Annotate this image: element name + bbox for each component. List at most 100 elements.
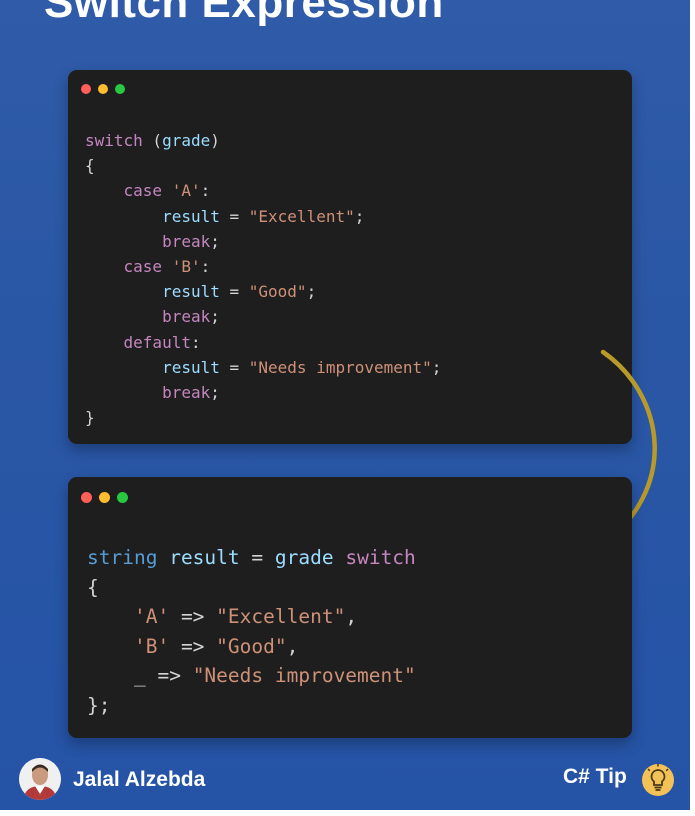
code-token: ; [354, 206, 365, 226]
after-code-window: string result = grade switch{ 'A' => "Ex… [68, 477, 632, 738]
code-line: break; [85, 229, 441, 254]
code-token: => [145, 664, 193, 688]
code-line: case 'B': [85, 254, 441, 279]
code-token: "Excellent" [216, 605, 346, 629]
code-token: 'B' [171, 257, 201, 277]
close-dot-icon [81, 492, 92, 503]
code-token: result [162, 282, 220, 302]
code-line: { [87, 573, 416, 603]
code-token: = [219, 206, 249, 226]
code-token: ; [210, 231, 220, 251]
author-name: Jalal Alzebda [73, 768, 206, 791]
code-token: break [162, 307, 211, 327]
code-token: ; [210, 383, 220, 403]
window-controls [81, 492, 128, 503]
code-token: = [239, 546, 275, 569]
code-token: grade [162, 131, 211, 150]
code-token: ; [210, 307, 220, 327]
code-line: result = "Needs improvement"; [85, 355, 441, 380]
code-line: break; [85, 380, 441, 405]
code-line: result = "Good"; [85, 279, 441, 304]
tip-badge: C# Tip [563, 765, 627, 788]
code-token: result [162, 206, 220, 226]
code-line: }; [87, 691, 416, 721]
code-token: ; [431, 357, 442, 377]
code-token: ( [142, 131, 163, 150]
code-token: result [162, 357, 220, 377]
code-token: : [190, 332, 201, 352]
code-line: result = "Excellent"; [85, 204, 441, 229]
code-line: case 'A': [85, 178, 441, 203]
minimize-dot-icon [99, 492, 110, 503]
lightbulb-icon [642, 764, 674, 796]
code-token: : [200, 257, 211, 277]
switch-expression-code: string result = grade switch{ 'A' => "Ex… [87, 543, 416, 721]
code-token: string [87, 546, 158, 569]
code-line: 'B' => "Good", [87, 632, 416, 662]
code-line: switch (grade) [85, 128, 441, 153]
code-token: : [200, 181, 211, 201]
code-token: 'A' [133, 605, 170, 629]
code-token: case [123, 257, 163, 277]
code-token: }; [87, 693, 111, 717]
code-token: break [162, 383, 211, 403]
code-line: break; [85, 304, 441, 329]
before-code-window: switch (grade) { case 'A': result = "Exce… [68, 70, 632, 444]
code-token: ; [306, 282, 317, 302]
maximize-dot-icon [117, 492, 128, 503]
code-line: _ => "Needs improvement" [87, 661, 416, 691]
code-token: "Good" [216, 634, 287, 658]
code-line: string result = grade switch [87, 543, 416, 573]
switch-statement-code: switch (grade) { case 'A': result = "Exce… [85, 128, 441, 430]
code-token: break [162, 231, 211, 251]
code-token: switch [345, 546, 416, 569]
code-token: { [87, 575, 99, 599]
code-token: "Excellent" [248, 206, 355, 226]
code-token: 'B' [133, 634, 170, 658]
code-token: result [169, 546, 240, 569]
code-token: 'A' [171, 181, 201, 201]
code-token: case [123, 181, 163, 201]
window-controls [81, 84, 125, 94]
code-line: } [85, 405, 441, 430]
code-token: => [169, 634, 217, 658]
code-token: = [219, 357, 249, 377]
code-token: ) [210, 131, 220, 150]
code-token: "Good" [248, 282, 307, 302]
code-token: _ [133, 664, 146, 688]
code-token: , [345, 605, 358, 629]
code-token: switch [85, 131, 143, 150]
bottom-edge [0, 810, 695, 816]
code-token: = [219, 282, 249, 302]
code-token: { [85, 156, 95, 176]
minimize-dot-icon [98, 84, 108, 94]
author-avatar [19, 758, 61, 800]
code-line: default: [85, 330, 441, 355]
right-edge [690, 0, 695, 816]
code-token: default [123, 332, 191, 352]
code-token: , [286, 634, 299, 658]
code-token: "Needs improvement" [192, 664, 416, 688]
page-title: Switch Expression [44, 0, 444, 27]
code-token: "Needs improvement" [248, 357, 432, 377]
maximize-dot-icon [115, 84, 125, 94]
code-line: { [85, 153, 441, 178]
code-token: } [85, 408, 95, 428]
code-line: 'A' => "Excellent", [87, 602, 416, 632]
